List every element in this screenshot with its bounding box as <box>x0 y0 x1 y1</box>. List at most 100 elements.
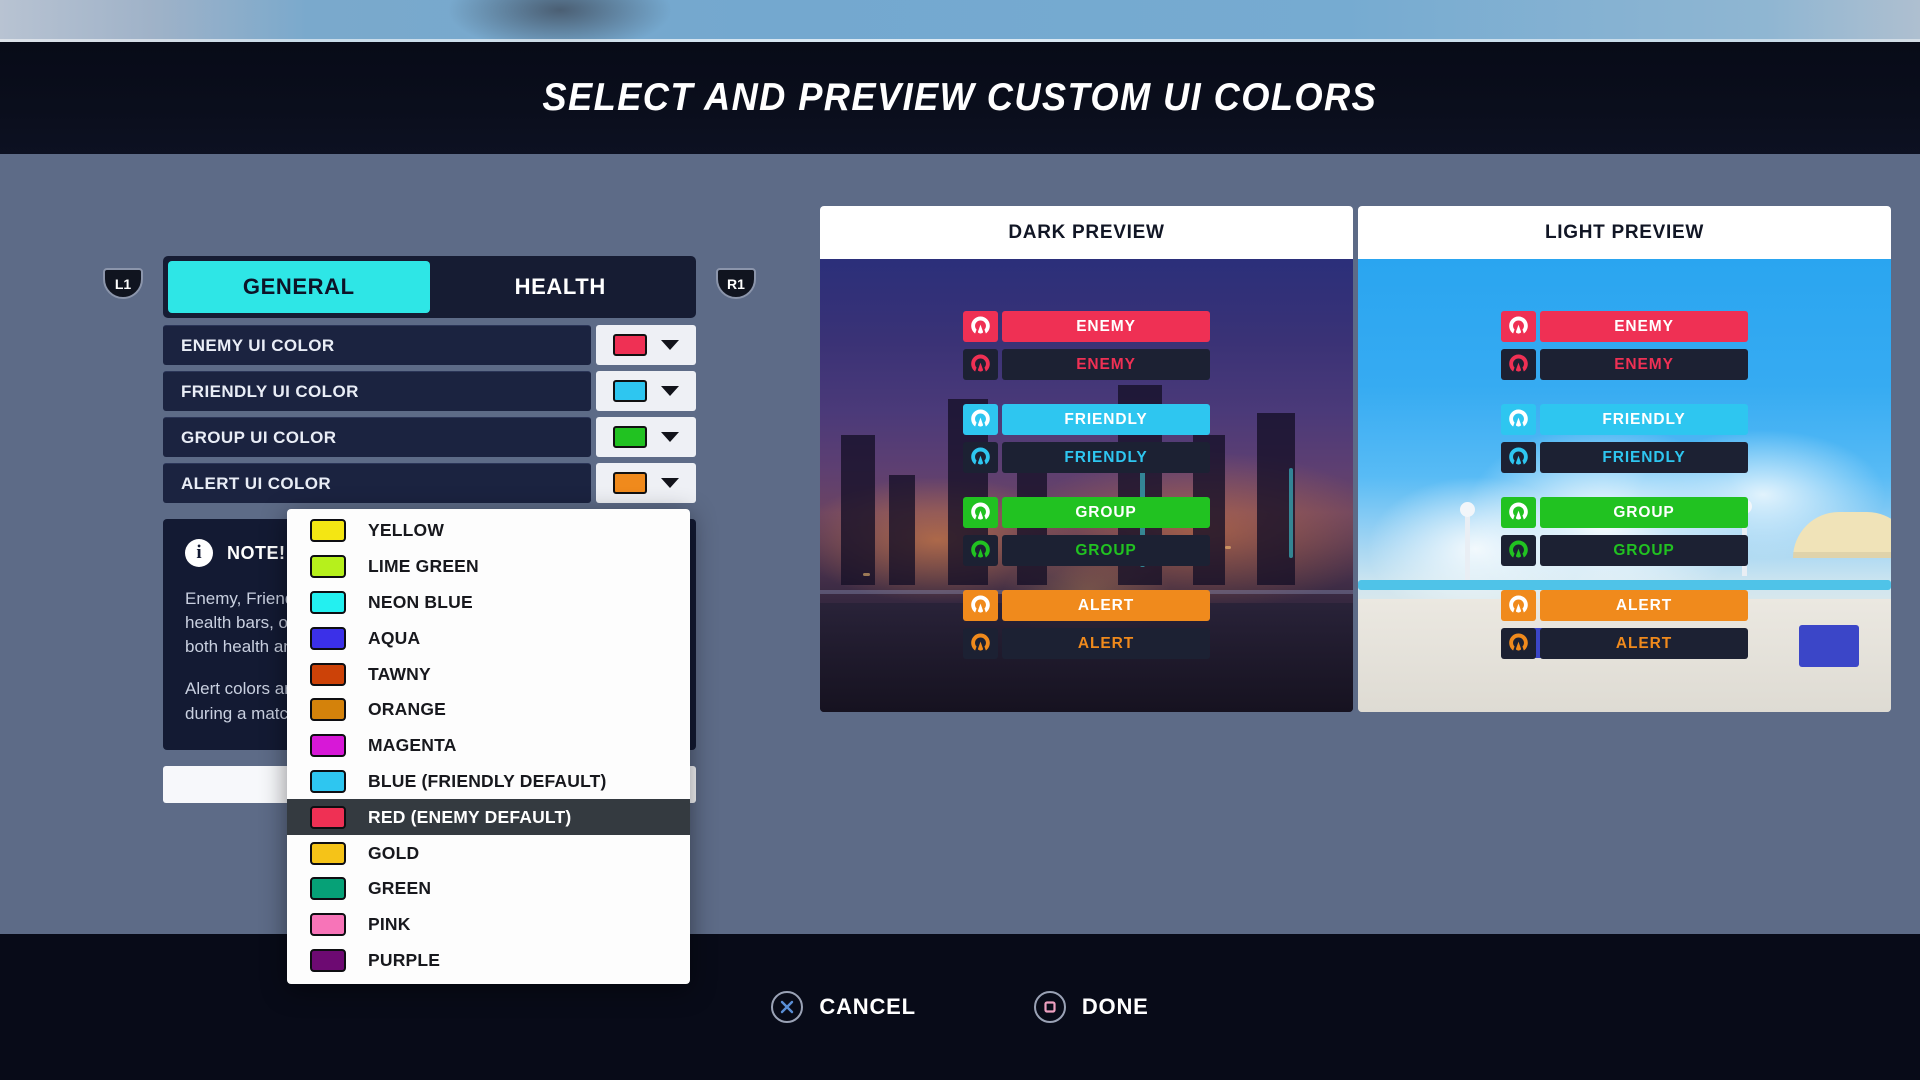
dropdown-option[interactable]: BLUE (FRIENDLY DEFAULT) <box>287 764 690 800</box>
setting-row[interactable]: ENEMY UI COLOR <box>163 325 696 365</box>
setting-label: ALERT UI COLOR <box>163 463 591 503</box>
dropdown-option[interactable]: PINK <box>287 907 690 943</box>
overwatch-logo-icon <box>1509 502 1528 520</box>
option-color-swatch <box>310 662 346 686</box>
chevron-down-icon <box>661 478 679 488</box>
color-picker-button[interactable] <box>596 417 696 457</box>
overwatch-logo-icon <box>971 633 990 651</box>
color-swatch <box>613 380 647 402</box>
setting-row[interactable]: ALERT UI COLOR <box>163 463 696 503</box>
dropdown-option[interactable]: PURPLE <box>287 943 690 979</box>
color-dropdown-menu[interactable]: YELLOW LIME GREEN NEON BLUE AQUA TAWNY ORANGE… <box>287 509 690 985</box>
health-bar-group: ENEMY ENEMY <box>963 311 1210 380</box>
option-color-swatch <box>310 948 346 972</box>
info-icon: i <box>185 539 213 567</box>
dropdown-option[interactable]: RED (ENEMY DEFAULT) <box>287 799 690 836</box>
health-bar-empty: ALERT <box>963 628 1210 659</box>
note-title: NOTE! <box>227 542 286 563</box>
color-swatch <box>613 334 647 356</box>
overwatch-logo-icon <box>1509 447 1528 465</box>
option-color-swatch <box>310 519 346 543</box>
health-bar-group: ALERT ALERT <box>1501 590 1748 659</box>
tab-strip: GENERAL HEALTH <box>163 256 696 318</box>
health-bar-filled: FRIENDLY <box>1501 404 1748 435</box>
health-bar-filled: ALERT <box>1501 590 1748 621</box>
dropdown-option[interactable]: ORANGE <box>287 692 690 728</box>
color-picker-button[interactable] <box>596 371 696 411</box>
tab-health[interactable]: HEALTH <box>430 261 692 313</box>
health-bar-empty: ENEMY <box>1501 349 1748 380</box>
health-bar-empty: GROUP <box>1501 535 1748 566</box>
overwatch-logo-icon <box>1509 354 1528 372</box>
option-label: MAGENTA <box>368 735 457 756</box>
option-label: PURPLE <box>368 949 441 970</box>
overwatch-logo-icon <box>971 540 990 558</box>
bar-icon-slot <box>963 590 998 621</box>
bumper-r1[interactable]: R1 <box>716 268 756 299</box>
dropdown-option[interactable]: MAGENTA <box>287 728 690 764</box>
health-bar-group: ENEMY ENEMY <box>1501 311 1748 380</box>
bar-label: ENEMY <box>1540 311 1748 342</box>
overwatch-logo-icon <box>971 354 990 372</box>
overwatch-logo-icon <box>1509 409 1528 427</box>
dropdown-option[interactable]: NEON BLUE <box>287 585 690 621</box>
dark-preview-bars: ENEMY ENEMY FRIENDLY FRIENDLY GROUP GROUP ALER… <box>820 259 1353 712</box>
option-color-swatch <box>310 841 346 865</box>
option-color-swatch <box>310 590 346 614</box>
setting-label: ENEMY UI COLOR <box>163 325 591 365</box>
health-bar-empty: ALERT <box>1501 628 1748 659</box>
option-color-swatch <box>310 698 346 722</box>
health-bar-group: FRIENDLY FRIENDLY <box>1501 404 1748 473</box>
dropdown-option[interactable]: AQUA <box>287 620 690 656</box>
bar-label: ALERT <box>1002 590 1210 621</box>
bar-icon-slot <box>963 442 998 473</box>
option-label: YELLOW <box>368 520 445 541</box>
bar-icon-slot <box>1501 590 1536 621</box>
color-picker-button[interactable] <box>596 463 696 503</box>
bar-label: GROUP <box>1540 497 1748 528</box>
bar-icon-slot <box>1501 497 1536 528</box>
health-bar-empty: GROUP <box>963 535 1210 566</box>
bar-icon-slot <box>963 349 998 380</box>
bar-icon-slot <box>963 404 998 435</box>
bar-icon-slot <box>963 497 998 528</box>
bar-icon-slot <box>1501 311 1536 342</box>
dropdown-option[interactable]: TAWNY <box>287 656 690 692</box>
cancel-button[interactable]: CANCEL <box>771 991 915 1023</box>
overwatch-logo-icon <box>971 595 990 613</box>
tab-general[interactable]: GENERAL <box>168 261 430 313</box>
done-button[interactable]: DONE <box>1033 991 1149 1023</box>
bar-icon-slot <box>963 535 998 566</box>
dropdown-option[interactable]: GREEN <box>287 871 690 907</box>
overwatch-logo-icon <box>1509 595 1528 613</box>
option-label: GOLD <box>368 842 420 863</box>
bar-label: ALERT <box>1540 628 1748 659</box>
header-bar: SELECT AND PREVIEW CUSTOM UI COLORS <box>0 42 1920 154</box>
health-bar-empty: FRIENDLY <box>963 442 1210 473</box>
color-swatch <box>613 426 647 448</box>
bar-label: FRIENDLY <box>1002 404 1210 435</box>
setting-row[interactable]: GROUP UI COLOR <box>163 417 696 457</box>
setting-label: GROUP UI COLOR <box>163 417 591 457</box>
square-button-icon <box>1033 991 1066 1023</box>
overwatch-logo-icon <box>971 502 990 520</box>
setting-row[interactable]: FRIENDLY UI COLOR <box>163 371 696 411</box>
dropdown-option[interactable]: GOLD <box>287 835 690 871</box>
option-label: GREEN <box>368 878 432 899</box>
bar-icon-slot <box>1501 404 1536 435</box>
option-color-swatch <box>310 877 346 901</box>
color-picker-button[interactable] <box>596 325 696 365</box>
bumper-l1[interactable]: L1 <box>103 268 143 299</box>
overwatch-logo-icon <box>1509 633 1528 651</box>
light-preview-bars: ENEMY ENEMY FRIENDLY FRIENDLY GROUP GROUP ALER… <box>1358 259 1891 712</box>
dark-preview-title: DARK PREVIEW <box>820 206 1353 259</box>
cancel-label: CANCEL <box>819 994 916 1019</box>
bar-icon-slot <box>1501 628 1536 659</box>
overwatch-logo-icon <box>1509 540 1528 558</box>
dropdown-option[interactable]: LIME GREEN <box>287 549 690 585</box>
health-bar-empty: ENEMY <box>963 349 1210 380</box>
bar-icon-slot <box>1501 535 1536 566</box>
health-bar-filled: GROUP <box>963 497 1210 528</box>
dropdown-option[interactable]: YELLOW <box>287 513 690 549</box>
bar-label: GROUP <box>1540 535 1748 566</box>
